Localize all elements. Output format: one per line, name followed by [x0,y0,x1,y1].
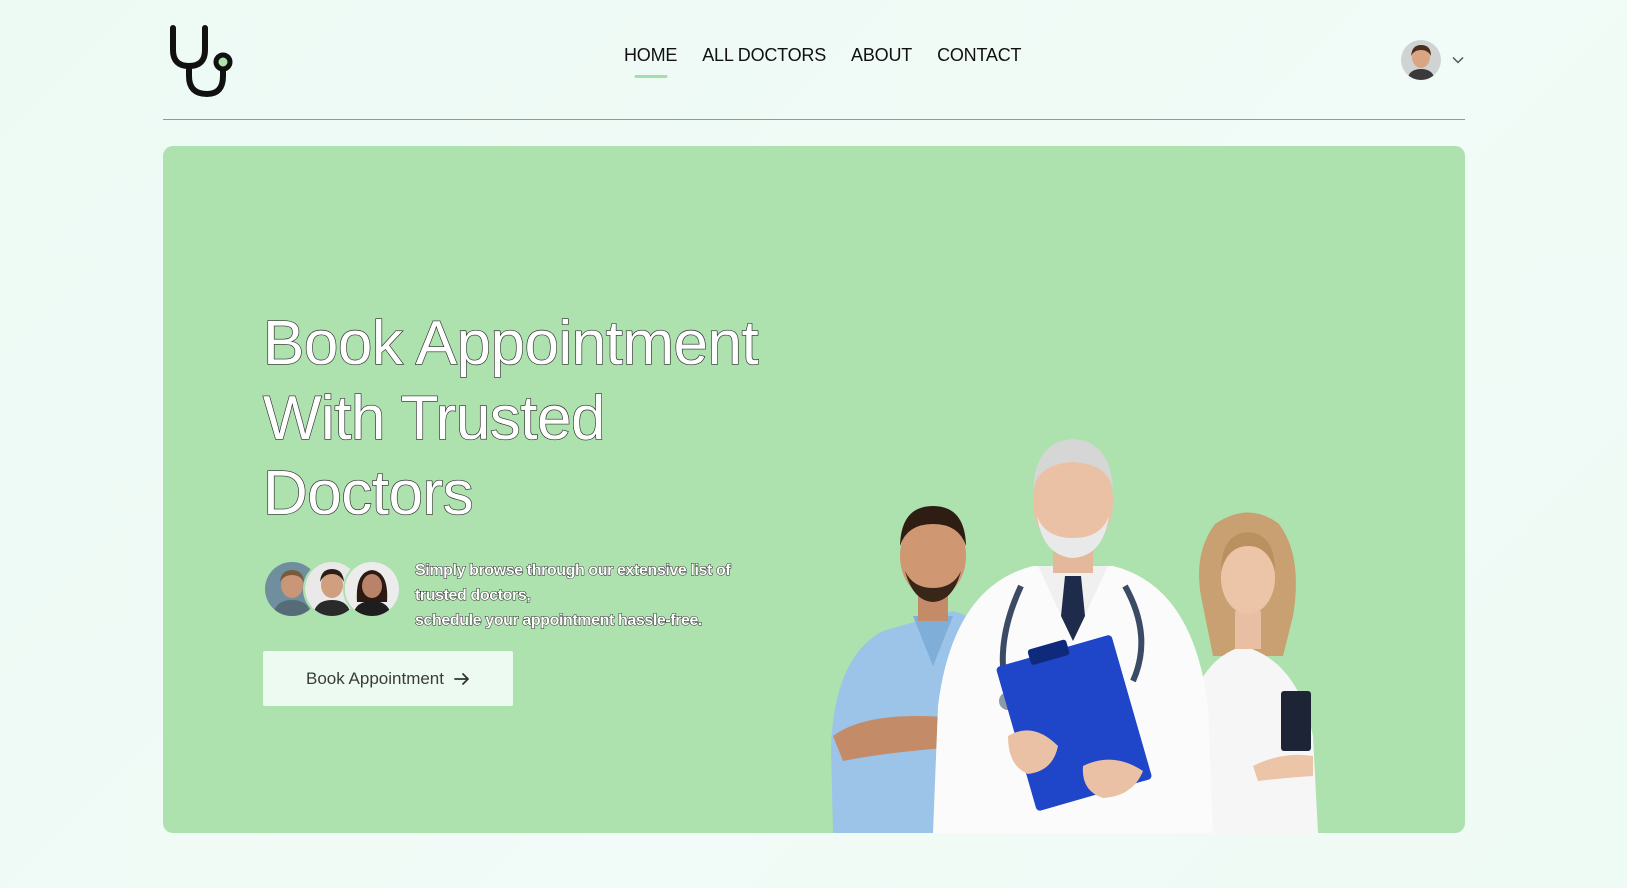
avatar [343,560,401,618]
nav-links: HOME ALL DOCTORS ABOUT CONTACT [624,44,1022,66]
hero-title-line: With Trusted [262,383,606,453]
hero-subtext: Simply browse through our extensive list… [263,558,775,633]
navbar: HOME ALL DOCTORS ABOUT CONTACT [163,0,1465,120]
book-appointment-label: Book Appointment [306,668,444,688]
group-avatars [263,560,401,618]
nav-about[interactable]: ABOUT [851,44,912,66]
book-appointment-button[interactable]: Book Appointment [263,651,513,706]
profile-menu[interactable] [1401,40,1465,80]
hero-title-line: Doctors [262,458,474,528]
chevron-down-icon[interactable] [1451,53,1465,67]
doctors-group-image [831,439,1318,833]
stethoscope-icon[interactable] [165,24,237,98]
nav-home[interactable]: HOME [624,44,677,66]
hero-banner: Book Appointment With Trusted Doctors Si… [163,146,1465,833]
hero-description-line: schedule your appointment hassle-free. [415,612,704,630]
hero-title-line: Book Appointment [262,308,759,378]
nav-all-doctors[interactable]: ALL DOCTORS [702,44,826,66]
avatar[interactable] [1401,40,1441,80]
arrow-right-icon [454,672,469,685]
hero-title: Book Appointment With Trusted Doctors [262,306,823,531]
nav-contact[interactable]: CONTACT [937,44,1021,66]
hero-description-line: Simply browse through our extensive list… [415,562,732,580]
hero-description-line: trusted doctors, [415,587,532,605]
page: HOME ALL DOCTORS ABOUT CONTACT Book Appo… [0,0,1627,888]
hero-description: Simply browse through our extensive list… [415,558,775,633]
doctor-center [933,439,1213,833]
